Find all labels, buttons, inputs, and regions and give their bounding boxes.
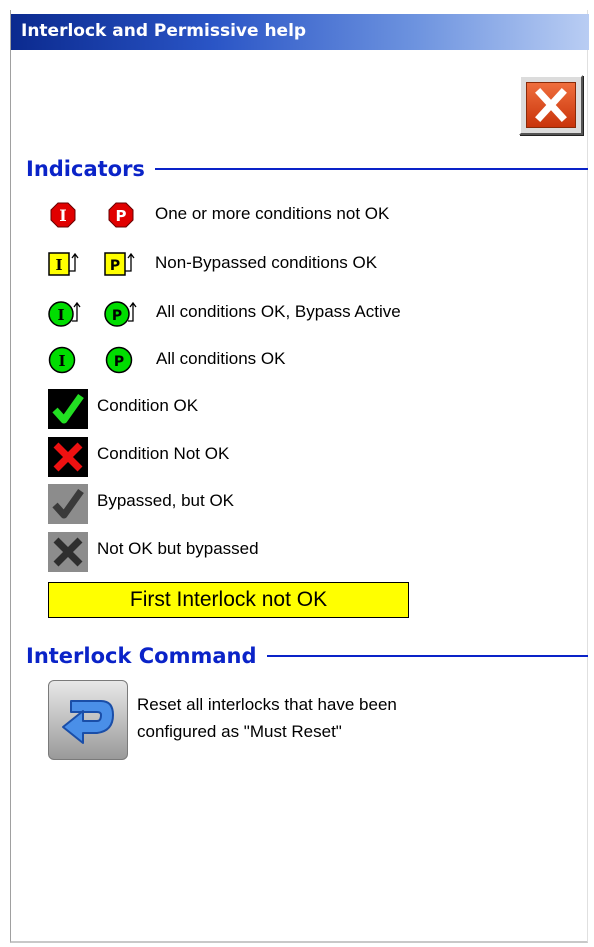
- permissive-bypass-active-icon: P: [104, 301, 137, 327]
- legend-label: All conditions OK: [156, 349, 286, 368]
- close-icon: [526, 82, 576, 128]
- legend-label: Bypassed, but OK: [97, 491, 235, 510]
- legend-label: Non-Bypassed conditions OK: [155, 253, 378, 272]
- legend-row-bypassed-ok: Bypassed, but OK: [0, 481, 594, 524]
- command-heading-label: Interlock Command: [26, 644, 257, 668]
- check-icon: [48, 389, 88, 429]
- cross-icon: [48, 437, 88, 477]
- legend-label: One or more conditions not OK: [155, 204, 390, 223]
- svg-text:I: I: [59, 206, 66, 225]
- window-frame: [10, 10, 588, 943]
- permissive-nonbypassed-ok-icon: P: [104, 252, 135, 276]
- legend-label: Not OK but bypassed: [97, 539, 259, 558]
- interlock-nonbypassed-ok-icon: I: [48, 252, 79, 276]
- svg-text:P: P: [112, 308, 122, 324]
- legend-row-not-ok-bypassed: Not OK but bypassed: [0, 529, 594, 572]
- command-heading: Interlock Command: [26, 641, 588, 671]
- svg-text:P: P: [110, 258, 120, 274]
- legend-row-not-ok: I P One or more conditions not OK: [0, 194, 594, 234]
- svg-text:P: P: [116, 207, 127, 225]
- legend-row-nonbypassed-ok: I P Non-Bypassed conditions OK: [0, 243, 594, 283]
- close-button[interactable]: [519, 75, 583, 135]
- svg-text:I: I: [55, 256, 62, 274]
- legend-row-all-ok: I P All conditions OK: [0, 339, 594, 379]
- legend-row-condition-not-ok: Condition Not OK: [0, 434, 594, 477]
- legend-row-condition-ok: Condition OK: [0, 386, 594, 429]
- svg-text:P: P: [114, 354, 124, 370]
- interlock-ok-icon: I: [48, 346, 76, 374]
- bypassed-cross-icon: [48, 532, 88, 572]
- legend-label: Condition Not OK: [97, 444, 230, 463]
- indicators-heading-label: Indicators: [26, 157, 145, 181]
- svg-text:I: I: [58, 352, 65, 370]
- first-interlock-indicator: First Interlock not OK: [48, 582, 409, 618]
- permissive-ok-icon: P: [105, 346, 133, 374]
- bypassed-check-icon: [48, 484, 88, 524]
- legend-label: All conditions OK, Bypass Active: [156, 302, 401, 321]
- indicators-heading: Indicators: [26, 154, 588, 184]
- legend-label: Condition OK: [97, 396, 199, 415]
- svg-text:I: I: [57, 306, 64, 324]
- window-title: Interlock and Permissive help: [21, 21, 307, 41]
- command-heading-rule: [266, 655, 588, 657]
- interlock-not-ok-icon: I: [50, 202, 76, 228]
- title-bar: Interlock and Permissive help: [11, 14, 589, 50]
- reset-description-line1: Reset all interlocks that have been: [137, 695, 397, 714]
- legend-row-bypass-active: I P All conditions OK, Bypass Active: [0, 292, 594, 332]
- indicators-heading-rule: [154, 168, 588, 170]
- interlock-bypass-active-icon: I: [48, 301, 81, 327]
- reset-arrow-icon: [62, 700, 114, 744]
- permissive-not-ok-icon: P: [108, 202, 134, 228]
- reset-description: Reset all interlocks that have been conf…: [137, 691, 537, 745]
- reset-description-line2: configured as "Must Reset": [137, 722, 342, 741]
- reset-interlocks-button[interactable]: [48, 680, 128, 760]
